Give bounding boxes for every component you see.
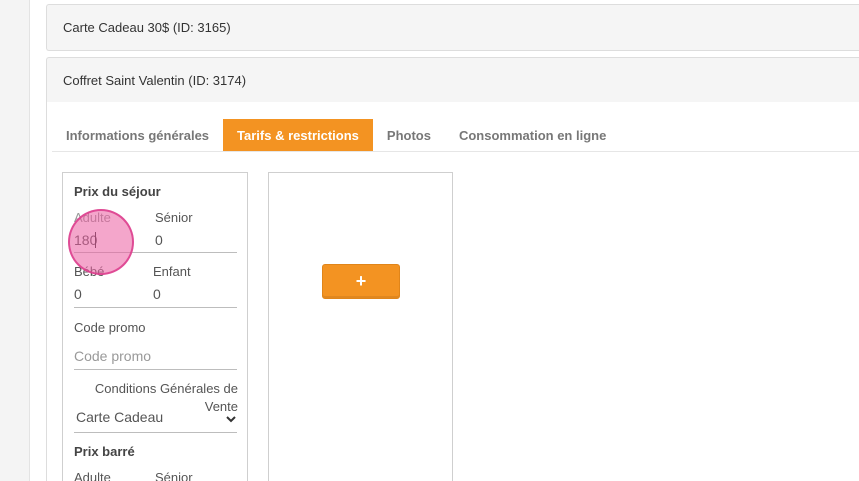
panel-title: Coffret Saint Valentin (ID: 3174) [63,73,247,88]
input-underline [74,307,237,308]
tab-label: Consommation en ligne [458,127,607,143]
senior-price-input[interactable]: 0 [155,232,163,248]
prix-barre-title: Prix barré [74,444,135,459]
tab-tarifs-restrictions[interactable]: Tarifs & restrictions [223,119,373,151]
bebe-price-input[interactable]: 0 [74,286,82,302]
code-promo-label: Code promo [74,320,146,335]
cgv-selected-value: Carte Cadeau [76,409,164,425]
enfant-label: Enfant [153,264,191,279]
add-item-box: + [268,172,453,481]
tab-label: Photos [386,127,431,143]
plus-icon: + [355,271,367,291]
prix-sejour-title: Prix du séjour [74,184,161,199]
text-cursor [95,232,96,248]
senior-label: Sénior [155,210,193,225]
bebe-label: Bébé [74,264,105,279]
tab-label: Tarifs & restrictions [237,127,359,143]
panel-header-coffret-saint-valentin[interactable]: Coffret Saint Valentin (ID: 3174) [46,57,859,103]
code-promo-input[interactable]: Code promo [74,348,151,364]
tab-informations-generales[interactable]: Informations générales [52,119,223,151]
enfant-price-input[interactable]: 0 [153,286,161,302]
prix-barre-adulte-label: Adulte [74,470,111,481]
tab-bar: Informations générales Tarifs & restrict… [52,119,859,152]
panel-title: Carte Cadeau 30$ (ID: 3165) [63,20,231,35]
left-sidebar-strip [0,0,30,481]
input-underline [74,432,237,433]
chevron-down-icon [226,416,236,423]
cgv-select[interactable]: Carte Cadeau [76,409,237,431]
input-underline [74,369,237,370]
add-button[interactable]: + [322,264,400,299]
input-underline [74,252,237,253]
tab-label: Informations générales [66,127,210,143]
tab-photos[interactable]: Photos [373,119,445,151]
adulte-price-input[interactable]: 180 [74,232,97,248]
panel-header-carte-cadeau[interactable]: Carte Cadeau 30$ (ID: 3165) [46,4,859,51]
pricing-form-box: Prix du séjour Adulte Sénior 180 0 Bébé … [62,172,248,481]
tab-consommation-en-ligne[interactable]: Consommation en ligne [445,119,620,151]
adulte-label: Adulte [74,210,111,225]
prix-barre-senior-label: Sénior [155,470,193,481]
